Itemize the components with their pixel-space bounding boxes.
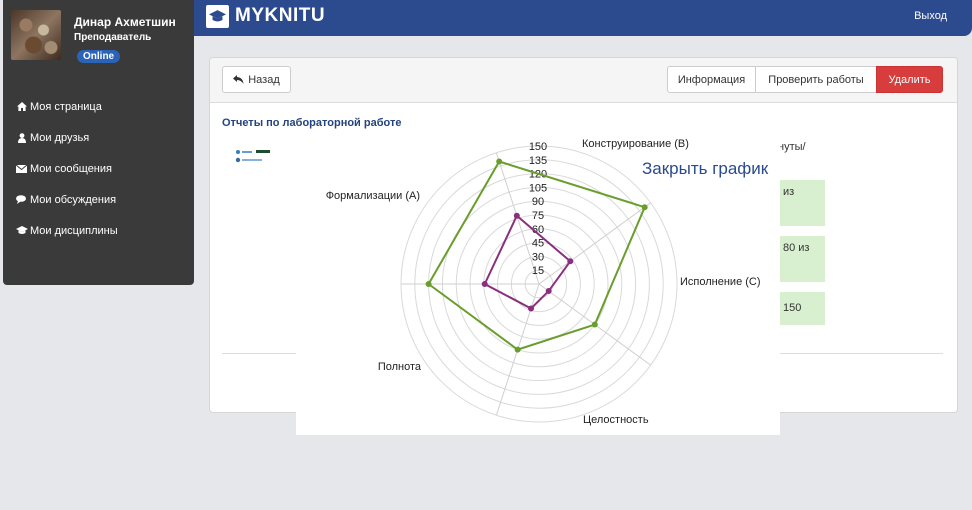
sidebar-item-messages[interactable]: Мои сообщения (15, 153, 118, 184)
sidebar-item-label: Мои обсуждения (30, 193, 117, 206)
series-point-1 (514, 346, 521, 353)
delete-button[interactable]: Удалить (876, 66, 943, 93)
sidebar-item-label: Мои дисциплины (30, 224, 118, 237)
report-thumbnail[interactable] (234, 146, 278, 168)
section-title: Отчеты по лабораторной работе (222, 117, 402, 129)
reply-arrow-icon (233, 75, 244, 84)
score-cell: 80 из (777, 236, 825, 282)
user-icon (15, 132, 28, 143)
close-chart-link[interactable]: Закрыть график (642, 159, 768, 179)
user-name[interactable]: Динар Ахметшин (74, 15, 176, 29)
r-tick-label: 135 (529, 155, 547, 167)
r-tick-label: 105 (529, 182, 547, 194)
series-point-2 (513, 212, 520, 219)
sidebar: Динар Ахметшин Преподаватель Online Моя … (3, 0, 194, 285)
home-icon (15, 102, 28, 111)
logout-link[interactable]: Выход (914, 10, 947, 22)
sidebar-item-label: Моя страница (30, 100, 102, 113)
brand-logo[interactable]: MYKNITU (235, 5, 325, 27)
series-point-1 (641, 204, 648, 211)
info-button[interactable]: Информация (667, 66, 756, 93)
series-point-1 (496, 158, 503, 165)
r-tick-label: 30 (532, 251, 544, 263)
series-point-1 (425, 281, 432, 287)
envelope-icon (15, 164, 28, 173)
series-point-2 (567, 258, 574, 265)
series-point-2 (528, 305, 535, 312)
radar-chart: 153045607590105120135150 Конструирование … (326, 138, 761, 426)
avatar[interactable] (11, 10, 61, 60)
axis-label: Полнота (378, 361, 422, 373)
sidebar-item-label: Мои сообщения (30, 162, 112, 175)
series-point-1 (591, 321, 598, 328)
user-profile: Динар Ахметшин Преподаватель Online (11, 10, 191, 70)
column-header-partial: нуты/ (778, 141, 806, 153)
panel-toolbar: Назад Информация Проверить работы Удалит… (210, 58, 957, 103)
status-badge: Online (77, 50, 121, 63)
axis-label: Формализации (A) (326, 190, 420, 202)
series-point-2 (545, 288, 552, 295)
sidebar-item-my-page[interactable]: Моя страница (15, 91, 118, 122)
axis-label: Конструирование (B) (582, 138, 689, 150)
series-point-2 (481, 281, 488, 287)
axis-label: Целостность (583, 414, 649, 426)
back-button-label: Назад (248, 73, 280, 86)
back-button[interactable]: Назад (222, 66, 291, 93)
sidebar-item-disciplines[interactable]: Мои дисциплины (15, 215, 118, 246)
r-tick-label: 45 (532, 238, 544, 250)
r-tick-label: 90 (532, 196, 544, 208)
sidebar-item-friends[interactable]: Мои друзья (15, 122, 118, 153)
score-cell: из (777, 180, 825, 226)
sidebar-nav: Моя страница Мои друзья Мои сообщения Мо… (15, 91, 118, 246)
axis-spoke (538, 202, 651, 285)
graduation-cap-logo-icon (206, 5, 229, 28)
sidebar-item-discussions[interactable]: Мои обсуждения (15, 184, 118, 215)
radar-chart-overlay: 15 30 45 60 75 90 105 120 135 150 Конструирование … (296, 138, 780, 435)
axis-label: Исполнение (C) (680, 276, 761, 288)
r-tick-label: 75 (532, 210, 544, 222)
graduation-cap-icon (15, 226, 28, 235)
top-navbar: MYKNITU Выход (194, 0, 972, 36)
check-works-button[interactable]: Проверить работы (755, 66, 877, 93)
r-tick-label: 15 (532, 265, 544, 277)
sidebar-item-label: Мои друзья (30, 131, 90, 144)
r-tick-label: 150 (529, 141, 547, 153)
comments-icon (15, 195, 28, 204)
user-role: Преподаватель (74, 32, 152, 43)
score-cell: 150 (777, 292, 825, 325)
